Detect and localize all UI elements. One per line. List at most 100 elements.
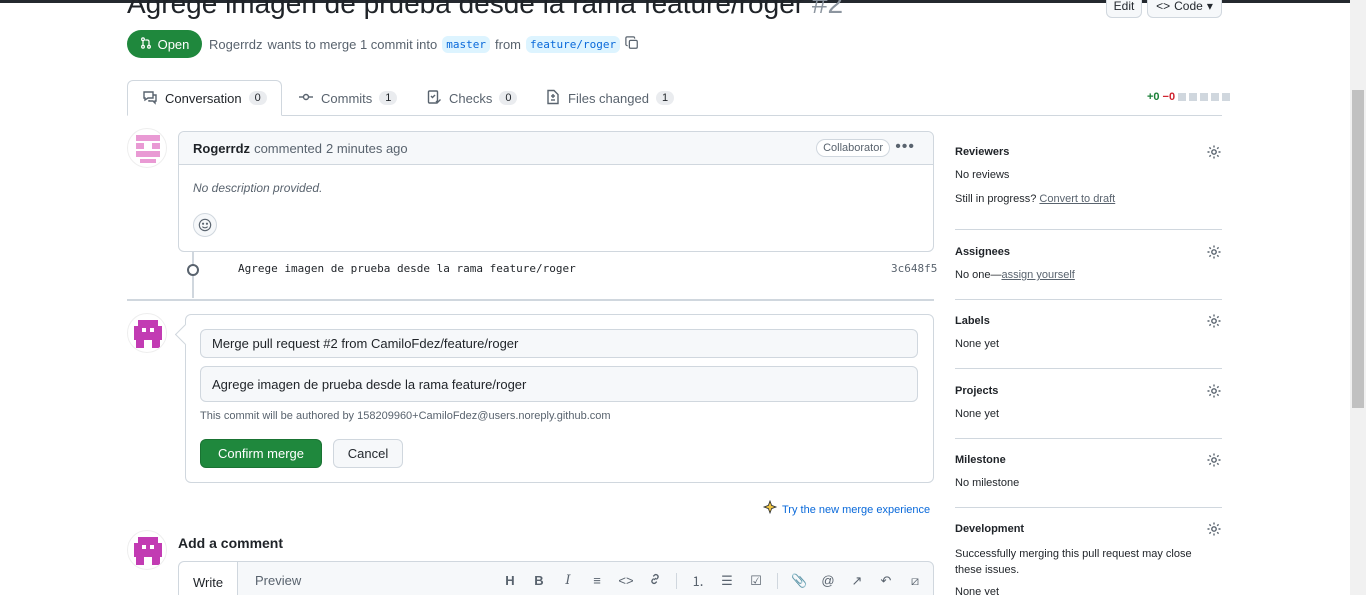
task-list-icon[interactable]: ☑ (748, 573, 764, 589)
tab-label: Conversation (165, 90, 242, 106)
sidebar-divider (955, 229, 1222, 230)
sidebar-development: Development Successfully merging this pu… (955, 521, 1222, 595)
try-new-merge-link[interactable]: Try the new merge experience (762, 499, 930, 519)
comment-body: No description provided. (193, 181, 323, 195)
sidebar-title[interactable]: Assignees (955, 246, 1222, 258)
slash-commands-icon[interactable]: ⧄ (907, 573, 923, 589)
diffstat-additions: +0 (1147, 91, 1160, 103)
sidebar-title[interactable]: Labels (955, 315, 1222, 327)
sidebar-title[interactable]: Projects (955, 385, 1222, 397)
diffstat-block (1211, 93, 1220, 101)
assign-yourself-link[interactable]: assign yourself (1001, 269, 1074, 281)
avatar[interactable] (127, 313, 167, 353)
editor-toolbar: H B I ≡ <> ⒈ ☰ ☑ 📎 @ ↗ ↶ ⧄ (502, 571, 923, 590)
sidebar-value: No one—assign yourself (955, 269, 1222, 281)
comment-editor: Write Preview H B I ≡ <> ⒈ ☰ ☑ 📎 @ ↗ ↶ ⧄ (178, 561, 934, 595)
toolbar-divider (676, 572, 677, 589)
gear-icon[interactable] (1206, 313, 1222, 329)
avatar[interactable] (127, 530, 167, 570)
avatar[interactable] (127, 128, 167, 168)
diffstat: +0 −0 (1147, 91, 1231, 103)
bold-icon[interactable]: B (531, 573, 547, 588)
edit-button-label: Edit (1113, 0, 1135, 13)
scrollbar-thumb[interactable] (1352, 90, 1364, 408)
tab-write[interactable]: Write (179, 562, 239, 595)
confirm-merge-button[interactable]: Confirm merge (200, 439, 322, 468)
cancel-button[interactable]: Cancel (333, 439, 403, 468)
git-commit-icon (187, 264, 199, 276)
toolbar-divider (777, 572, 778, 589)
pr-title: Agrege imagen de prueba desde la rama fe… (127, 0, 843, 20)
paperclip-icon[interactable]: 📎 (791, 573, 807, 589)
diffstat-block (1222, 93, 1231, 101)
author-link[interactable]: Rogerrdz (209, 37, 262, 52)
comment-author[interactable]: Rogerrdz (193, 141, 250, 156)
kebab-menu-icon[interactable]: ••• (895, 138, 915, 156)
sidebar-progress: Still in progress? Convert to draft (955, 193, 1222, 205)
comment-card: Rogerrdz commented 2 minutes ago Collabo… (178, 131, 934, 252)
smiley-icon[interactable] (193, 213, 217, 237)
cross-reference-icon[interactable]: ↗ (849, 573, 865, 589)
code-icon[interactable]: <> (618, 573, 634, 588)
edit-button[interactable]: Edit (1106, 0, 1142, 18)
commit-sha[interactable]: 3c648f5 (891, 262, 937, 275)
merge-form: Merge pull request #2 from CamiloFdez/fe… (185, 314, 934, 483)
tab-preview[interactable]: Preview (241, 562, 315, 595)
quote-icon[interactable]: ≡ (589, 573, 605, 588)
pr-number: #2 (811, 0, 844, 19)
diffstat-block (1200, 93, 1209, 101)
gear-icon[interactable] (1206, 452, 1222, 468)
diffstat-block (1178, 93, 1187, 101)
italic-icon[interactable]: I (560, 573, 576, 588)
pr-meta: Rogerrdz wants to merge 1 commit into ma… (209, 36, 639, 53)
meta-text: wants to merge 1 commit into (267, 37, 438, 52)
tab-label: Files changed (568, 90, 649, 106)
sidebar-divider (955, 438, 1222, 439)
merge-title-input[interactable]: Merge pull request #2 from CamiloFdez/fe… (200, 329, 918, 358)
heading-icon[interactable]: H (502, 573, 518, 588)
base-branch[interactable]: master (442, 36, 491, 53)
link-icon[interactable] (647, 572, 663, 589)
ordered-list-icon[interactable]: ⒈ (690, 571, 706, 590)
diffstat-deletions: −0 (1162, 91, 1176, 103)
mention-icon[interactable]: @ (820, 573, 836, 588)
sidebar-value: None yet (955, 338, 1000, 350)
tab-counter: 1 (655, 91, 675, 105)
reply-icon[interactable]: ↶ (878, 573, 894, 589)
git-pull-request-icon (140, 36, 152, 52)
status-label: Open (157, 36, 190, 52)
file-diff-icon (545, 89, 561, 108)
head-branch[interactable]: feature/roger (526, 36, 621, 53)
gear-icon[interactable] (1206, 244, 1222, 260)
sidebar-value: None yet (955, 586, 1000, 595)
tab-files-changed[interactable]: Files changed 1 (531, 80, 688, 116)
sidebar-milestone: Milestone No milestone (955, 452, 1222, 489)
sidebar-title[interactable]: Reviewers (955, 146, 1222, 158)
tab-label: Commits (321, 90, 373, 106)
comment-discussion-icon (142, 89, 158, 108)
pr-title-text: Agrege imagen de prueba desde la rama fe… (127, 0, 805, 19)
gear-icon[interactable] (1206, 383, 1222, 399)
tab-checks[interactable]: Checks 0 (412, 80, 531, 116)
sidebar-assignees: Assignees No one—assign yourself (955, 244, 1222, 281)
tab-conversation[interactable]: Conversation 0 (127, 80, 282, 116)
gear-icon[interactable] (1206, 144, 1222, 160)
sidebar-projects: Projects None yet (955, 383, 1222, 420)
merge-body-textarea[interactable]: Agrege imagen de prueba desde la rama fe… (200, 366, 918, 402)
sidebar-value: Successfully merging this pull request m… (955, 548, 1192, 576)
progress-question: Still in progress? (955, 193, 1037, 205)
commit-message[interactable]: Agrege imagen de prueba desde la rama fe… (238, 262, 576, 275)
sidebar-title[interactable]: Milestone (955, 454, 1222, 466)
sidebar-title[interactable]: Development (955, 523, 1222, 535)
sidebar-reviewers: Reviewers No reviews Still in progress? … (955, 144, 1222, 205)
unordered-list-icon[interactable]: ☰ (719, 573, 735, 589)
sidebar-labels: Labels None yet (955, 313, 1222, 350)
add-comment-title: Add a comment (178, 535, 284, 551)
tab-commits[interactable]: Commits 1 (284, 80, 411, 116)
copy-icon[interactable] (625, 36, 639, 53)
code-button[interactable]: <> Code ▾ (1147, 0, 1222, 18)
convert-to-draft-link[interactable]: Convert to draft (1039, 193, 1115, 205)
comment-time[interactable]: 2 minutes ago (326, 141, 408, 156)
gear-icon[interactable] (1206, 521, 1222, 537)
chevron-down-icon: ▾ (1206, 0, 1213, 13)
